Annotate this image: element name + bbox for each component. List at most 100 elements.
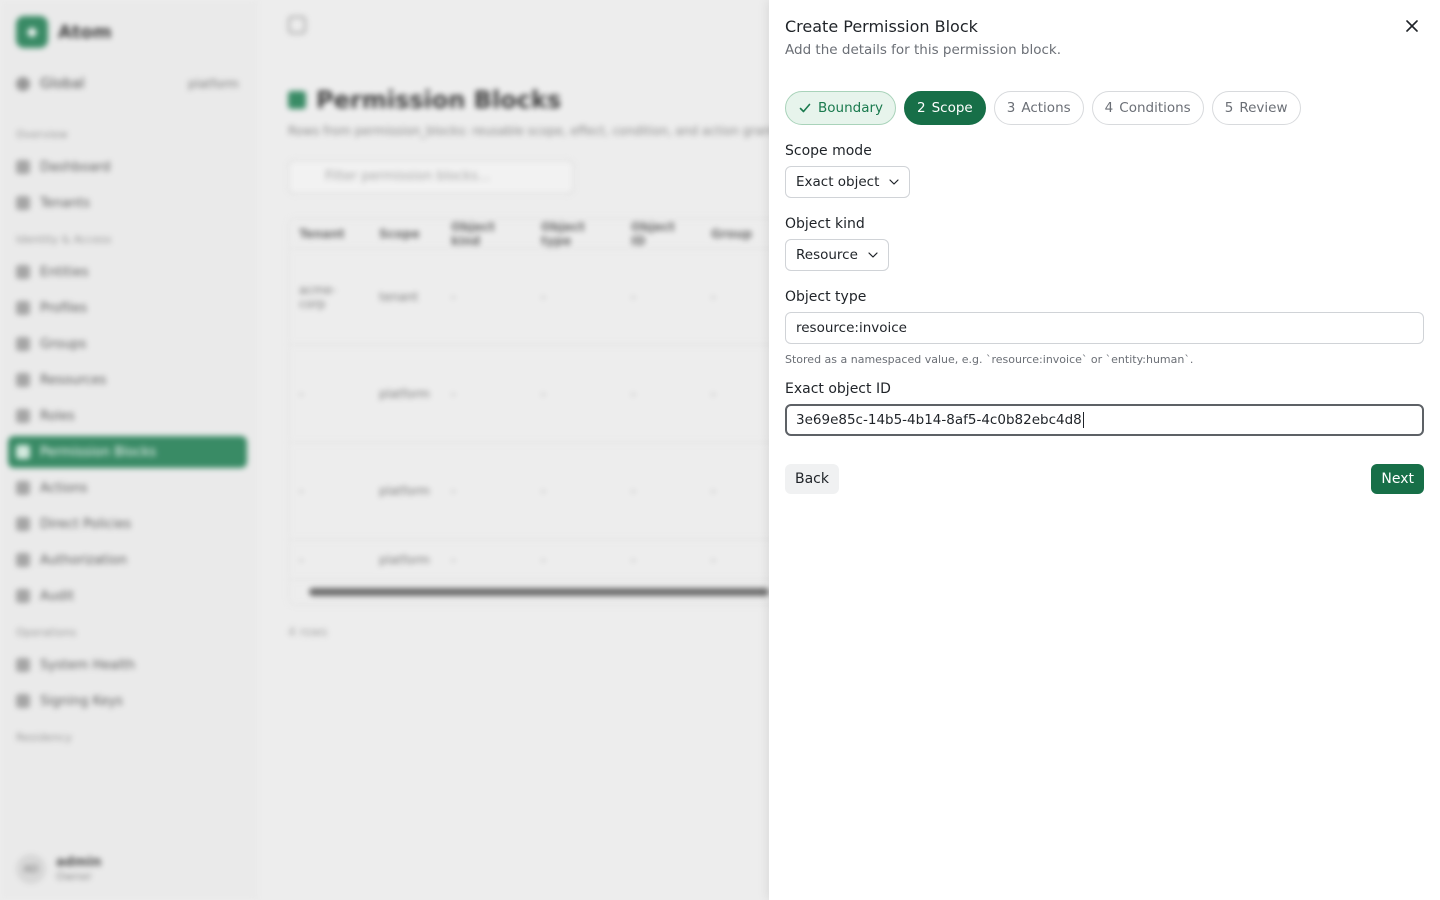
sidebar-item-roles[interactable]: Roles <box>8 400 247 432</box>
table-row[interactable]: - platform - - - - <box>289 443 787 540</box>
object-id-input[interactable]: 3e69e85c-14b5-4b14-8af5-4c0b82ebc4d8 <box>785 404 1424 436</box>
step-label: Review <box>1239 100 1288 116</box>
sidebar-item-label: Groups <box>40 336 87 352</box>
sidebar-item-authorization[interactable]: Authorization <box>8 544 247 576</box>
sidebar-item-label: Actions <box>40 480 88 496</box>
sidebar-item-actions[interactable]: Actions <box>8 472 247 504</box>
table-cell: - <box>451 289 456 304</box>
table-row[interactable]: - platform - - - - <box>289 345 787 443</box>
permission-blocks-table: Tenant Scope Object kind Object type Obj… <box>288 218 788 605</box>
table-cell: - <box>299 386 304 401</box>
sidebar-item-audit[interactable]: Audit <box>8 580 247 612</box>
close-button[interactable] <box>1402 16 1422 36</box>
table-cell: - <box>711 386 716 401</box>
column-header[interactable]: Group <box>701 219 761 248</box>
table-cell: platform <box>379 552 430 567</box>
nav-section-overview: Overview <box>16 128 68 141</box>
object-type-value: resource:invoice <box>796 320 907 336</box>
sidebar-item-direct-policies[interactable]: Direct Policies <box>8 508 247 540</box>
column-header[interactable]: Object ID <box>621 219 701 248</box>
column-header[interactable]: Object kind <box>441 219 531 248</box>
step-label: Actions <box>1021 100 1071 116</box>
step-review[interactable]: 5 Review <box>1211 91 1301 125</box>
shield-icon <box>288 91 306 109</box>
sidebar-toggle-icon[interactable] <box>288 16 306 34</box>
user-name: admin <box>56 855 102 870</box>
step-actions[interactable]: 3 Actions <box>993 91 1084 125</box>
sidebar-item-signing-keys[interactable]: Signing Keys <box>8 685 247 717</box>
sidebar-item-groups[interactable]: Groups <box>8 328 247 360</box>
scope-switcher[interactable]: Global platform <box>8 68 247 100</box>
step-boundary[interactable]: Boundary <box>785 91 897 125</box>
column-header[interactable]: Object type <box>531 219 621 248</box>
brand: ◆ Atom <box>8 14 247 68</box>
brand-name: Atom <box>58 21 112 43</box>
panel-subtitle: Add the details for this permission bloc… <box>785 42 1062 58</box>
sidebar-item-resources[interactable]: Resources <box>8 364 247 396</box>
table-header: Tenant Scope Object kind Object type Obj… <box>289 219 787 249</box>
sidebar-item-label: Direct Policies <box>40 516 132 532</box>
sidebar-item-label: Dashboard <box>40 159 111 175</box>
text-cursor <box>1082 412 1084 428</box>
column-header[interactable]: Scope <box>369 219 441 248</box>
sidebar-item-label: System Health <box>40 657 136 673</box>
nav-section-identity: Identity & Access <box>16 233 112 246</box>
table-cell: - <box>451 484 456 498</box>
key-icon <box>16 694 30 708</box>
sidebar-item-profiles[interactable]: Profiles <box>8 292 247 324</box>
sidebar-item-label: Signing Keys <box>40 693 123 709</box>
step-scope[interactable]: 2 Scope <box>904 91 986 125</box>
table-row[interactable]: - platform - - - - <box>289 540 787 580</box>
sidebar-item-label: Permission Blocks <box>40 444 157 460</box>
table-cell: - <box>631 386 636 401</box>
sidebar-item-label: Authorization <box>40 552 128 568</box>
log-icon <box>16 589 30 603</box>
step-label: Boundary <box>818 100 884 116</box>
object-type-hint: Stored as a namespaced value, e.g. `reso… <box>785 353 1194 366</box>
chevron-down-icon <box>868 252 878 258</box>
shield-icon <box>16 445 30 459</box>
column-header[interactable]: Tenant <box>289 219 369 248</box>
entity-icon <box>16 265 30 279</box>
page-title-text: Permission Blocks <box>316 86 562 114</box>
user-menu[interactable]: AD admin Owner <box>16 854 101 884</box>
close-icon <box>1406 20 1418 32</box>
object-type-input[interactable]: resource:invoice <box>785 312 1424 344</box>
sidebar-item-entities[interactable]: Entities <box>8 256 247 288</box>
table-cell: - <box>541 484 546 498</box>
box-icon <box>16 373 30 387</box>
step-conditions[interactable]: 4 Conditions <box>1091 91 1204 125</box>
step-number: 5 <box>1224 100 1234 116</box>
table-cell: - <box>631 552 636 567</box>
object-id-value: 3e69e85c-14b5-4b14-8af5-4c0b82ebc4d8 <box>796 412 1082 428</box>
filter-input[interactable]: Filter permission blocks... <box>288 160 574 194</box>
table-row[interactable]: acme-corp tenant - - - - <box>289 249 787 345</box>
sidebar-item-label: Resources <box>40 372 107 388</box>
dashboard-icon <box>16 160 30 174</box>
wizard-steps: Boundary 2 Scope 3 Actions 4 Conditions … <box>785 91 1424 125</box>
scope-mode-value: Exact object <box>796 174 880 190</box>
object-type-label: Object type <box>785 289 867 305</box>
step-label: Scope <box>931 100 973 116</box>
object-kind-select[interactable]: Resource <box>785 239 889 271</box>
horizontal-scrollbar[interactable] <box>309 588 769 596</box>
sidebar-item-dashboard[interactable]: Dashboard <box>8 151 247 183</box>
sidebar-item-system-health[interactable]: System Health <box>8 649 247 681</box>
object-kind-label: Object kind <box>785 216 865 232</box>
panel-title: Create Permission Block <box>785 17 978 36</box>
sidebar-item-permission-blocks[interactable]: Permission Blocks <box>8 436 247 468</box>
step-number: 4 <box>1104 100 1114 116</box>
table-cell: - <box>299 484 304 498</box>
back-button[interactable]: Back <box>785 464 839 494</box>
profile-icon <box>16 301 30 315</box>
users-icon <box>16 337 30 351</box>
nav-section-residency: Residency <box>16 731 72 744</box>
sidebar-item-label: Profiles <box>40 300 88 316</box>
step-label: Conditions <box>1119 100 1191 116</box>
sidebar-item-label: Roles <box>40 408 75 424</box>
table-cell: - <box>631 484 636 498</box>
scope-mode-select[interactable]: Exact object <box>785 166 911 198</box>
wrench-icon <box>16 481 30 495</box>
next-button[interactable]: Next <box>1371 464 1424 494</box>
sidebar-item-tenants[interactable]: Tenants <box>8 187 247 219</box>
